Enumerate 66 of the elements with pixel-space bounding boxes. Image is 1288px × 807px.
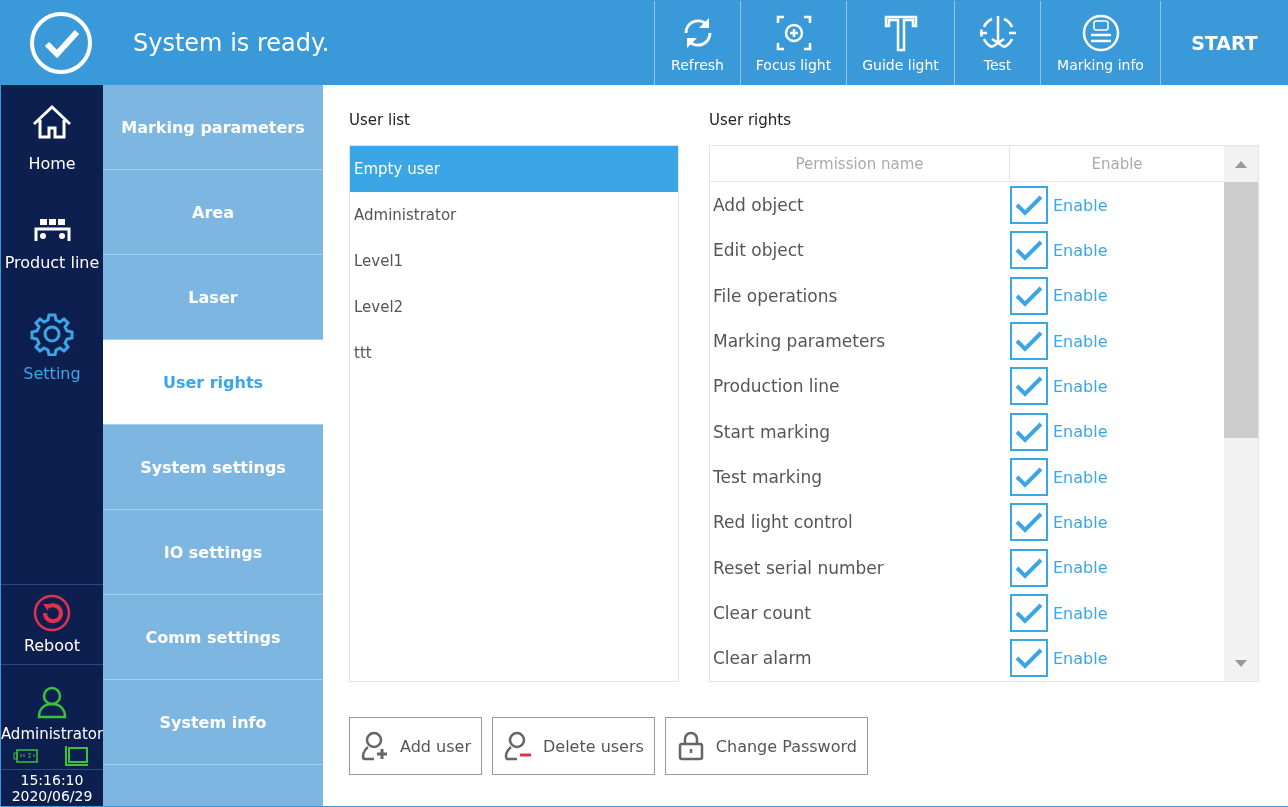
user-list-item[interactable]: Administrator xyxy=(350,192,678,238)
permission-name: File operations xyxy=(712,285,839,306)
enable-checkbox[interactable] xyxy=(1010,231,1048,270)
permission-name: Red light control xyxy=(712,512,854,533)
enable-checkbox[interactable] xyxy=(1010,276,1048,315)
nav-button[interactable]: Home xyxy=(1,85,103,190)
enable-checkbox[interactable] xyxy=(1010,503,1048,542)
checkbox-label: Enable xyxy=(1053,603,1108,623)
checkbox-label: Enable xyxy=(1053,512,1108,532)
scroll-down-icon xyxy=(1235,659,1247,667)
permission-name: Production line xyxy=(712,376,841,397)
settings-icon xyxy=(30,312,74,356)
enable-checkbox[interactable] xyxy=(1010,186,1048,225)
scroll-thumb[interactable] xyxy=(1224,182,1258,438)
user-list-item[interactable]: Level2 xyxy=(350,284,678,330)
enable-checkbox[interactable] xyxy=(1010,412,1048,451)
permission-name: Add object xyxy=(712,195,805,216)
clock-time: 15:16:10 xyxy=(20,772,84,788)
permission-name: Edit object xyxy=(712,240,805,261)
permission-name: Test marking xyxy=(712,467,823,488)
checkbox-label: Enable xyxy=(1053,331,1108,351)
check-circle-icon xyxy=(29,11,93,75)
reboot-icon xyxy=(33,594,71,632)
checkbox-label: Enable xyxy=(1053,240,1108,260)
section-title: User list xyxy=(349,111,411,129)
permission-name: Marking parameters xyxy=(712,331,887,352)
action-button[interactable]: Change Password xyxy=(664,717,868,775)
enable-checkbox[interactable] xyxy=(1010,322,1048,361)
column-header: Enable xyxy=(1090,153,1144,175)
permission-name: Clear count xyxy=(712,603,812,624)
settings-tab[interactable]: User rights xyxy=(103,340,323,425)
checkbox-label: Enable xyxy=(1053,467,1108,487)
checkbox-label: Enable xyxy=(1053,376,1108,396)
scroll-up-icon xyxy=(1235,160,1247,168)
user-list-item[interactable]: ttt xyxy=(350,330,678,376)
remove-user-icon xyxy=(502,730,533,762)
checkbox-label: Enable xyxy=(1053,195,1108,215)
permission-name: Clear alarm xyxy=(712,648,813,669)
enable-checkbox[interactable] xyxy=(1010,367,1048,406)
clock-date: 2020/06/29 xyxy=(11,788,93,804)
user-list-item[interactable]: Empty user xyxy=(350,146,678,192)
scrollbar[interactable] xyxy=(1224,146,1258,681)
section-title: User rights xyxy=(709,111,793,129)
permission-name: Start marking xyxy=(712,421,832,442)
checkbox-label: Enable xyxy=(1053,558,1108,578)
user-list-item[interactable]: Level1 xyxy=(350,238,678,284)
user-icon xyxy=(36,685,68,719)
column-header: Permission name xyxy=(710,146,1010,182)
status-message: System is ready. xyxy=(133,29,330,57)
info-icon xyxy=(1080,13,1121,53)
enable-checkbox[interactable] xyxy=(1010,639,1048,678)
action-button[interactable]: Add user xyxy=(349,717,482,775)
checkbox-label: Enable xyxy=(1053,422,1108,442)
enable-checkbox[interactable] xyxy=(1010,594,1048,633)
checkbox-label: Enable xyxy=(1053,648,1108,668)
nav-button[interactable]: Setting xyxy=(1,295,103,400)
checkbox-label: Enable xyxy=(1053,286,1108,306)
usb-icon xyxy=(13,747,39,765)
enable-checkbox[interactable] xyxy=(1010,458,1048,497)
network-icon xyxy=(63,745,91,767)
add-user-icon xyxy=(360,730,390,762)
permission-name: Reset serial number xyxy=(712,557,885,578)
user-name: Administrator xyxy=(0,725,104,743)
action-button[interactable]: Delete users xyxy=(491,717,655,775)
enable-checkbox[interactable] xyxy=(1010,548,1048,587)
nav-button[interactable]: Product line xyxy=(1,190,103,295)
